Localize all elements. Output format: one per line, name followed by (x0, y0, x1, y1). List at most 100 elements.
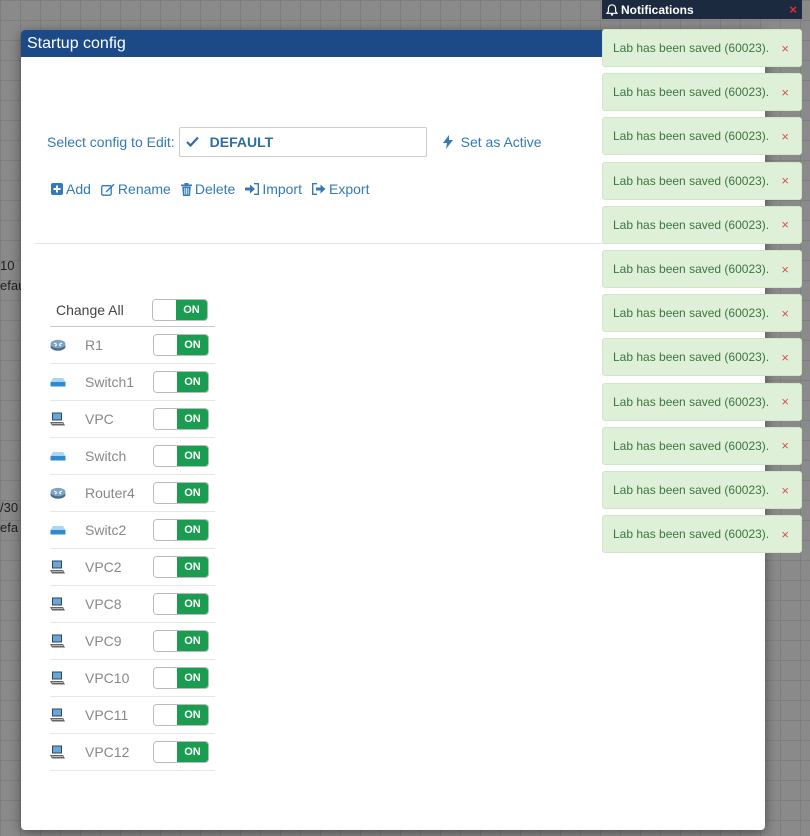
toggle-state: ON (177, 668, 208, 688)
dismiss-icon[interactable]: × (781, 85, 789, 100)
rename-label: Rename (117, 181, 171, 197)
toggle-state: ON (177, 557, 208, 577)
node-name: Router4 (85, 485, 135, 501)
notification-text: Lab has been saved (60023). (613, 350, 770, 365)
toggle-state: ON (177, 446, 208, 466)
notification-text: Lab has been saved (60023). (613, 85, 770, 100)
config-select[interactable]: DEFAULT (178, 127, 427, 157)
node-startup-toggle[interactable]: ON (153, 371, 209, 393)
dismiss-icon[interactable]: × (781, 527, 789, 542)
node-startup-toggle[interactable]: ON (153, 519, 209, 541)
set-as-active-label: Set as Active (460, 134, 542, 150)
notification-item: Lab has been saved (60023). × (602, 29, 802, 67)
set-as-active-link[interactable]: Set as Active (442, 134, 542, 150)
notification-text: Lab has been saved (60023). (613, 394, 770, 409)
delete-button[interactable]: Delete (180, 181, 236, 197)
dismiss-icon[interactable]: × (781, 129, 789, 144)
node-startup-toggle[interactable]: ON (153, 482, 209, 504)
canvas-text: efa (0, 520, 19, 535)
notification-item: Lab has been saved (60023). × (602, 294, 802, 333)
toggle-state: ON (177, 520, 208, 540)
notification-text: Lab has been saved (60023). (613, 262, 770, 276)
router-icon (50, 487, 85, 499)
sign-out-icon (312, 183, 326, 195)
node-row: VPC9 ON (50, 623, 215, 660)
export-button[interactable]: Export (312, 181, 369, 197)
node-name: VPC10 (85, 670, 130, 686)
dismiss-icon[interactable]: × (781, 483, 789, 498)
import-button[interactable]: Import (245, 181, 302, 197)
export-label: Export (329, 181, 370, 197)
node-row: VPC11 ON (50, 697, 215, 734)
notification-text: Lab has been saved (60023). (613, 41, 770, 55)
node-startup-toggle[interactable]: ON (153, 593, 209, 615)
close-icon[interactable]: × (789, 2, 797, 17)
change-all-label: Change All (56, 301, 124, 318)
node-startup-toggle[interactable]: ON (153, 667, 209, 689)
node-row: VPC10 ON (50, 660, 215, 697)
check-icon (185, 134, 208, 150)
bolt-icon (442, 135, 453, 149)
selected-config-value: DEFAULT (209, 134, 274, 150)
router-icon (50, 339, 85, 351)
trash-icon (180, 182, 192, 196)
notification-item: Lab has been saved (60023). × (602, 471, 802, 509)
add-button[interactable]: Add (51, 181, 91, 197)
notification-item: Lab has been saved (60023). × (602, 250, 802, 288)
dismiss-icon[interactable]: × (781, 217, 789, 232)
node-startup-toggle[interactable]: ON (153, 630, 209, 652)
notification-text: Lab has been saved (60023). (613, 438, 770, 453)
switch-icon (50, 377, 85, 387)
notification-item: Lab has been saved (60023). × (602, 515, 802, 554)
node-row: Switc2 ON (50, 512, 215, 549)
notification-text: Lab has been saved (60023). (613, 129, 770, 144)
node-startup-toggle[interactable]: ON (153, 408, 209, 430)
toggle-state: ON (177, 372, 208, 392)
dismiss-icon[interactable]: × (781, 394, 789, 409)
notification-text: Lab has been saved (60023). (613, 306, 770, 321)
notification-item: Lab has been saved (60023). × (602, 338, 802, 377)
notification-item: Lab has been saved (60023). × (602, 117, 802, 156)
node-startup-toggle[interactable]: ON (153, 741, 209, 763)
dismiss-icon[interactable]: × (781, 41, 789, 56)
delete-label: Delete (194, 181, 236, 197)
node-name: VPC8 (85, 596, 122, 612)
notification-text: Lab has been saved (60023). (613, 217, 770, 232)
node-name: VPC (85, 411, 114, 427)
node-row: Switch ON (50, 438, 215, 475)
dismiss-icon[interactable]: × (781, 173, 789, 188)
config-select-label: Select config to Edit: (47, 134, 175, 150)
dismiss-icon[interactable]: × (781, 306, 789, 321)
node-startup-toggle[interactable]: ON (153, 445, 209, 467)
notification-text: Lab has been saved (60023). (613, 483, 770, 497)
edit-icon (100, 183, 115, 196)
toggle-state: ON (177, 335, 208, 355)
rename-button[interactable]: Rename (100, 181, 171, 197)
pc-icon (50, 560, 85, 574)
dismiss-icon[interactable]: × (781, 350, 789, 365)
node-name: VPC2 (85, 559, 122, 575)
switch-icon (50, 525, 85, 535)
toggle-state: ON (177, 705, 208, 725)
toggle-state: ON (177, 594, 208, 614)
pc-icon (50, 745, 85, 759)
dismiss-icon[interactable]: × (781, 438, 789, 453)
dismiss-icon[interactable]: × (781, 262, 789, 277)
node-name: VPC11 (85, 707, 129, 723)
node-row: VPC ON (50, 401, 215, 438)
node-startup-toggle[interactable]: ON (153, 334, 209, 356)
node-row: VPC8 ON (50, 586, 215, 623)
node-name: Switch (85, 448, 127, 464)
import-label: Import (262, 181, 302, 197)
sign-in-icon (245, 183, 260, 195)
node-startup-toggle[interactable]: ON (153, 704, 209, 726)
notification-item: Lab has been saved (60023). × (602, 205, 802, 244)
change-all-toggle[interactable]: ON (152, 298, 208, 321)
config-actions: Add Rename Delete Import Export (51, 181, 379, 197)
pc-icon (50, 671, 85, 685)
node-startup-toggle[interactable]: ON (153, 556, 209, 578)
node-name: VPC9 (85, 633, 122, 649)
switch-icon (50, 451, 85, 461)
node-startup-table: Change All ON R1 ON Switch1 ON VPC ON Switch ON… (50, 293, 215, 771)
canvas-text: 10 (0, 258, 15, 273)
